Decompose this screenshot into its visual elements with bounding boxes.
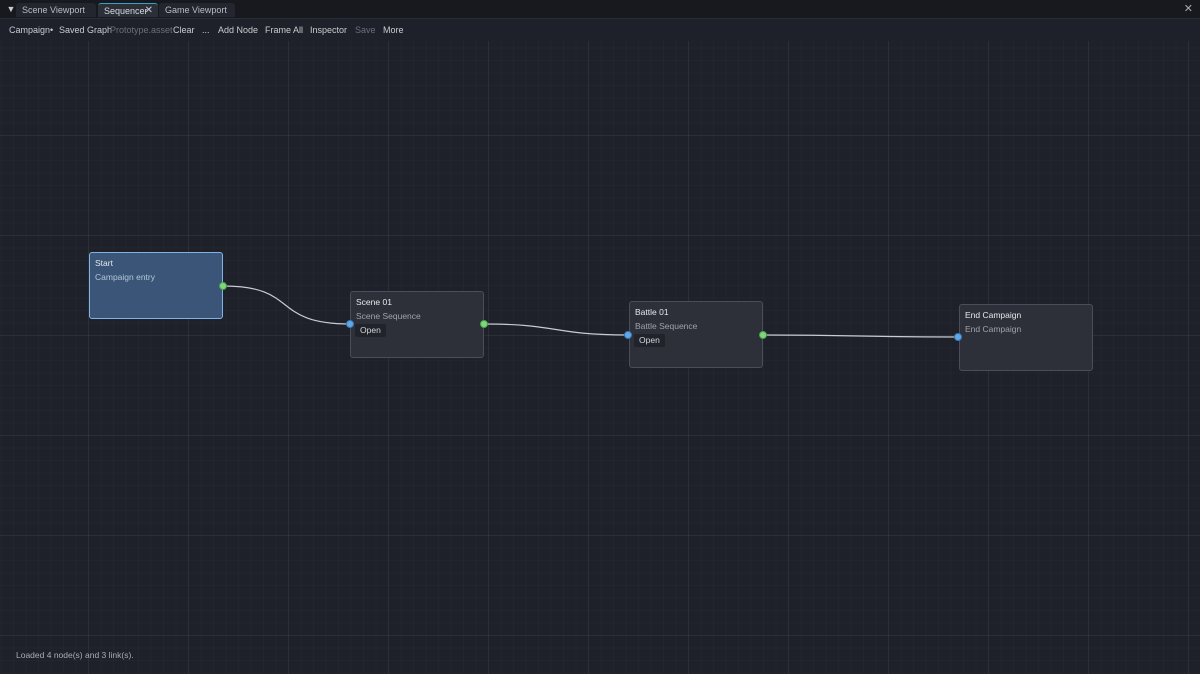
toolbar: Campaign • Saved Graph Prototype.asset C… [0, 19, 1200, 41]
node-title: Battle 01 [635, 307, 669, 317]
breadcrumb-separator: • [50, 25, 54, 35]
input-port[interactable] [954, 333, 962, 341]
more-options-button[interactable]: ... [202, 24, 210, 36]
node-end-campaign[interactable]: End Campaign End Campaign [959, 304, 1093, 371]
node-subtitle: Campaign entry [95, 272, 156, 282]
node-subtitle: End Campaign [965, 324, 1022, 334]
node-title: Start [95, 258, 113, 268]
node-subtitle: Scene Sequence [356, 311, 421, 321]
node-title: End Campaign [965, 310, 1022, 320]
node-title: Scene 01 [356, 297, 392, 307]
more-button[interactable]: More [383, 24, 404, 36]
open-button[interactable]: Open [634, 334, 665, 347]
status-text: Loaded 4 node(s) and 3 link(s). [16, 650, 134, 660]
tab-sequencer[interactable]: Sequencer ✕ [98, 3, 158, 17]
frame-all-button[interactable]: Frame All [265, 24, 303, 36]
output-port[interactable] [759, 331, 767, 339]
clear-button[interactable]: Clear [173, 24, 195, 36]
output-port[interactable] [480, 320, 488, 328]
tab-game-viewport[interactable]: Game Viewport [159, 3, 235, 17]
input-port[interactable] [624, 331, 632, 339]
breadcrumb-root[interactable]: Campaign [9, 24, 50, 36]
tab-label: Sequencer [104, 6, 148, 16]
window-close-icon[interactable]: ✕ [1184, 2, 1193, 15]
input-port[interactable] [346, 320, 354, 328]
node-start[interactable]: Start Campaign entry [89, 252, 223, 319]
open-button[interactable]: Open [355, 324, 386, 337]
asset-name: Prototype.asset [110, 25, 173, 35]
close-icon[interactable]: ✕ [145, 4, 153, 18]
add-node-button[interactable]: Add Node [218, 24, 258, 36]
node-subtitle: Battle Sequence [635, 321, 698, 331]
save-button[interactable]: Save [355, 24, 376, 36]
tab-label: Game Viewport [165, 5, 227, 15]
tab-label: Scene Viewport [22, 5, 85, 15]
output-port[interactable] [219, 282, 227, 290]
node-scene-01[interactable]: Scene 01 Scene Sequence Open [350, 291, 484, 358]
node-battle-01[interactable]: Battle 01 Battle Sequence Open [629, 301, 763, 368]
graph-name: Saved Graph [59, 25, 113, 35]
tab-strip: ▼ Scene Viewport Sequencer ✕ Game Viewpo… [0, 0, 1200, 19]
tab-scene-viewport[interactable]: Scene Viewport [16, 3, 96, 17]
inspector-button[interactable]: Inspector [310, 24, 347, 36]
